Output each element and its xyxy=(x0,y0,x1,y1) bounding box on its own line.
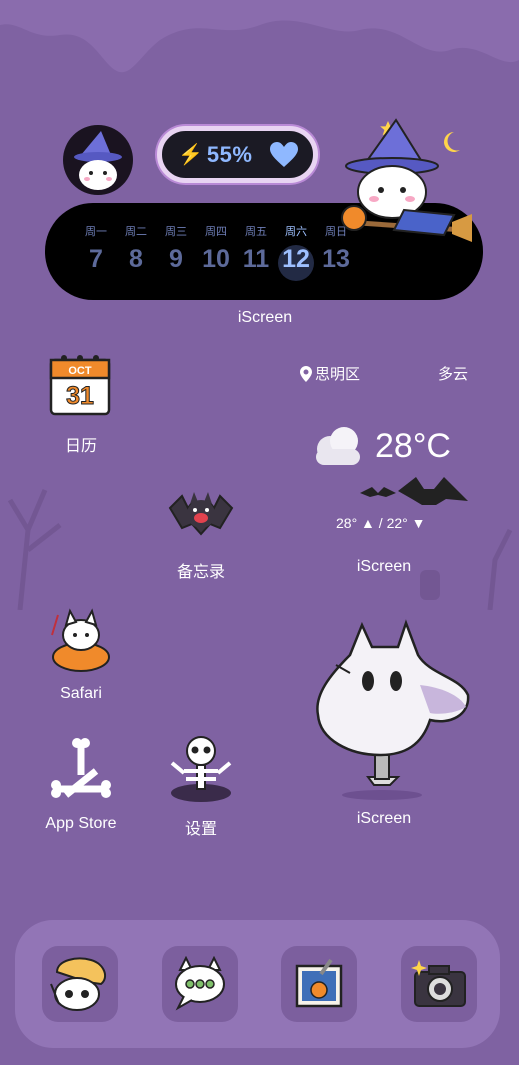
app-calendar[interactable]: OCT 31 日历 xyxy=(36,352,126,456)
cloud-icon xyxy=(316,427,360,465)
weather-temperature: 28°C xyxy=(375,427,451,465)
ghost-illustration xyxy=(316,619,470,800)
weather-location: 思明区 xyxy=(300,363,360,384)
battery-percent: 55% xyxy=(206,141,253,167)
app-label: 日历 xyxy=(64,438,97,455)
app-label: Safari xyxy=(60,685,102,702)
calendar-day: 周三 9 xyxy=(165,226,187,273)
widget-label: iScreen xyxy=(356,558,412,575)
calendar-day-number: 31 xyxy=(66,382,94,410)
calendar-day-today: 周六 12 xyxy=(276,203,316,281)
calendar-icon: OCT 31 xyxy=(46,352,116,422)
bones-icon xyxy=(46,735,116,805)
app-label: 设置 xyxy=(184,821,217,838)
calendar-month: OCT xyxy=(68,365,92,377)
calendar-day: 周一 7 xyxy=(85,226,107,273)
widget-label: iScreen xyxy=(237,309,293,326)
calendar-day: 周四 10 xyxy=(202,226,230,273)
bats-illustration xyxy=(360,477,468,505)
calendar-day: 周二 8 xyxy=(125,226,147,273)
app-settings[interactable]: 设置 xyxy=(156,735,246,839)
witch-cat-avatar[interactable] xyxy=(63,125,133,195)
app-memo[interactable]: 备忘录 xyxy=(156,478,246,582)
location-pin-icon xyxy=(300,365,312,382)
app-appstore[interactable]: App Store xyxy=(36,735,126,833)
bolt-icon: ⚡ xyxy=(178,144,203,166)
dock-phone[interactable] xyxy=(42,946,118,1022)
dock-photos[interactable] xyxy=(281,946,357,1022)
calendar-day: 周五 11 xyxy=(242,226,270,273)
photo-frame-icon xyxy=(295,958,343,1008)
dock-camera[interactable] xyxy=(401,946,477,1022)
ghost-widget[interactable] xyxy=(310,615,470,805)
background-drip-decoration xyxy=(0,0,519,73)
devil-cat-pumpkin-icon xyxy=(46,605,116,675)
weather-widget[interactable]: 思明区 多云 28°C 28° ▲ / 22° ▼ xyxy=(300,355,480,555)
bat-icon xyxy=(166,478,236,548)
app-label: App Store xyxy=(45,815,117,832)
witch-cat-on-broom-illustration xyxy=(341,118,472,242)
app-label: 备忘录 xyxy=(176,564,225,581)
camera-icon xyxy=(411,960,466,1007)
dock xyxy=(15,920,500,1048)
widget-label: iScreen xyxy=(356,810,412,827)
app-safari[interactable]: Safari xyxy=(36,605,126,703)
dock-messages[interactable] xyxy=(162,946,238,1022)
weather-range: 28° ▲ / 22° ▼ xyxy=(336,515,426,531)
heart-icon xyxy=(270,142,298,167)
skull-phone-icon xyxy=(50,957,107,1011)
cat-message-icon xyxy=(175,956,225,1011)
weather-condition: 多云 xyxy=(437,366,468,383)
battery-widget[interactable]: ⚡ 55% xyxy=(157,126,318,183)
skeleton-icon xyxy=(166,735,236,805)
